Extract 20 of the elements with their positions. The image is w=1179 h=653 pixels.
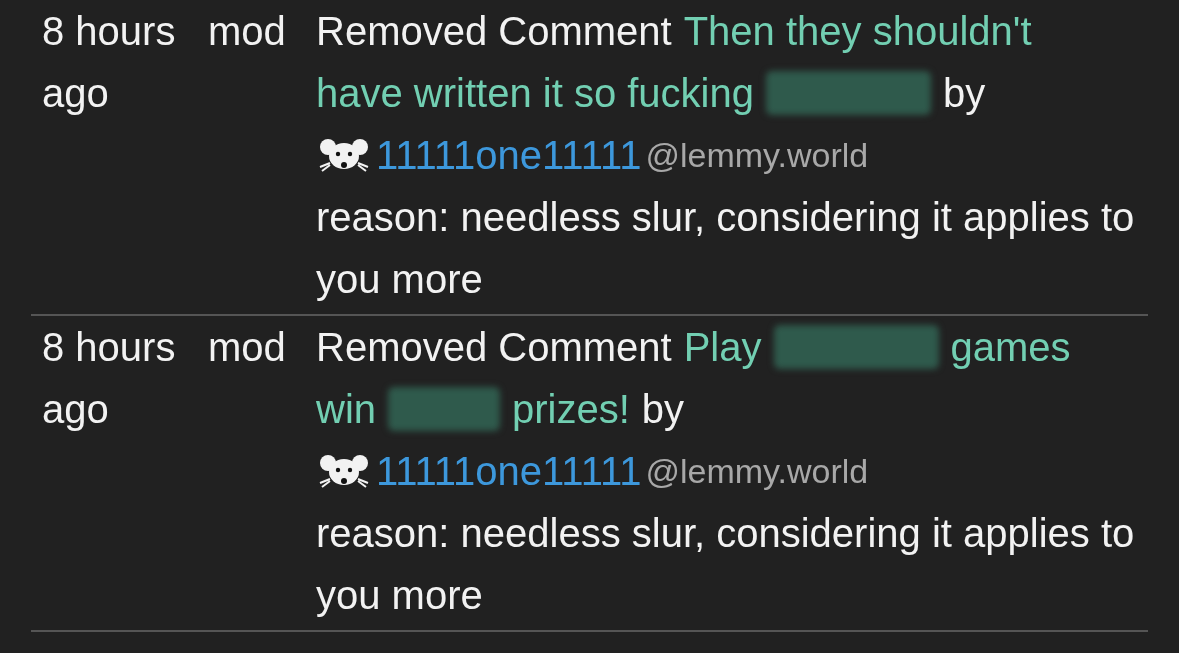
time-label: 8 hours ago [42,324,177,433]
instance-label: @lemmy.world [645,135,869,176]
action-label: Removed Comment [316,8,672,55]
time-label: 8 hours ago [42,8,177,117]
reason-text: reason: needless slur, considering it applies to you more [316,194,1136,303]
comment-link[interactable]: win [316,378,377,440]
username-link[interactable]: 11111one11111 [376,440,642,502]
reason-text: reason: needless slur, considering it applies to you more [316,510,1136,619]
by-label: by [641,386,685,433]
comment-link[interactable]: games [950,316,1071,378]
instance-label: @lemmy.world [645,451,869,492]
action-label: Removed Comment [316,324,672,371]
comment-link[interactable]: Play [683,316,762,378]
username-link[interactable]: 11111one11111 [376,124,642,186]
comment-link[interactable]: Then they shouldn't [683,0,1032,62]
role-label: mod [208,324,287,371]
comment-link[interactable]: prizes! [512,378,630,440]
role-label: mod [208,8,287,55]
by-label: by [943,70,986,117]
comment-link[interactable]: have written it so fucking [316,62,754,124]
